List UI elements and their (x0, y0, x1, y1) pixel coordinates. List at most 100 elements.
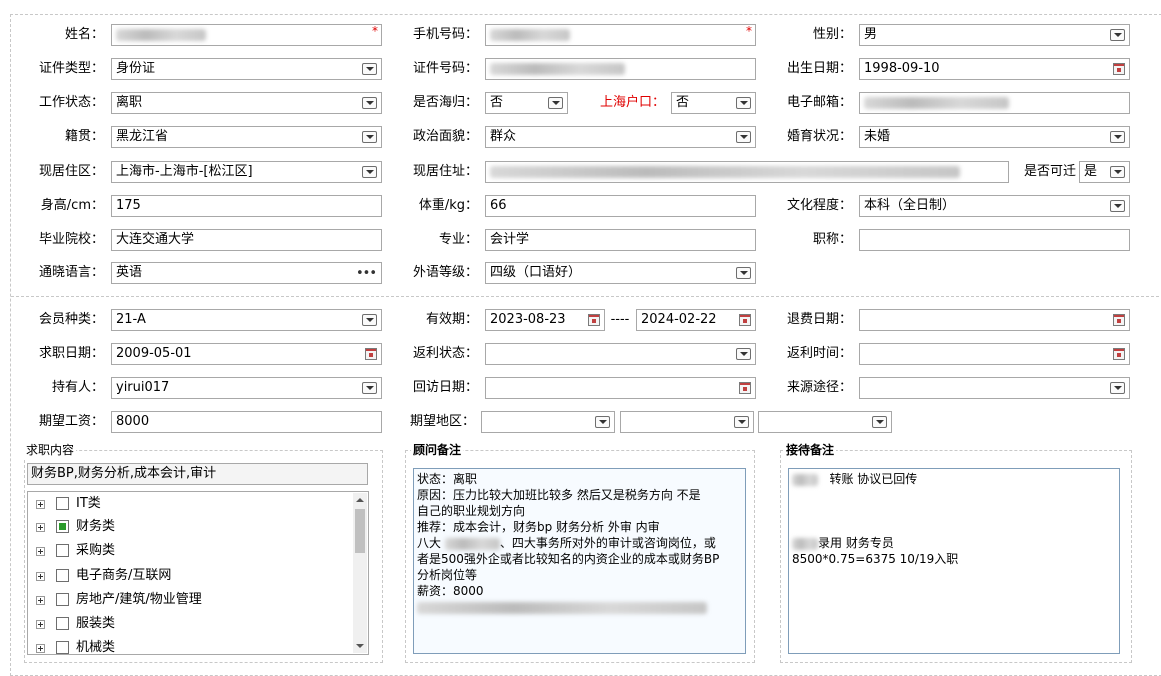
expected-area-province-select[interactable] (481, 411, 615, 433)
gender-select[interactable]: 男 (859, 24, 1130, 46)
chevron-down-icon[interactable] (736, 348, 751, 360)
expand-icon[interactable] (36, 500, 45, 509)
source-select[interactable] (859, 377, 1130, 399)
visit-date-field[interactable] (485, 377, 756, 399)
scroll-up-icon[interactable] (356, 498, 364, 502)
name-label: 姓名： (64, 27, 104, 42)
chevron-down-icon[interactable] (362, 314, 377, 326)
calendar-icon[interactable] (739, 314, 751, 326)
name-field[interactable]: * (111, 24, 382, 46)
chevron-down-icon[interactable] (362, 382, 377, 394)
tree-scrollbar[interactable] (353, 493, 367, 653)
reception-notes-textarea[interactable]: 转账 协议已回传 录用 财务专员 8500*0.75=6375 10/19入职 (788, 468, 1120, 654)
id-type-select[interactable]: 身份证 (111, 58, 382, 80)
scroll-down-icon[interactable] (356, 644, 364, 648)
school-field[interactable]: 大连交通大学 (111, 229, 382, 251)
chevron-down-icon[interactable] (362, 97, 377, 109)
rebate-time-field[interactable] (859, 343, 1130, 365)
calendar-icon[interactable] (739, 382, 751, 394)
checkbox[interactable] (56, 544, 69, 557)
political-status-select[interactable]: 群众 (485, 126, 756, 148)
note-line: 8500*0.75=6375 10/19入职 (792, 552, 959, 566)
work-status-select[interactable]: 离职 (111, 92, 382, 114)
rebate-status-select[interactable] (485, 343, 756, 365)
expand-icon[interactable] (36, 644, 45, 653)
expected-area-district-select[interactable] (758, 411, 892, 433)
holder-label: 持有人： (51, 380, 104, 395)
phone-field[interactable]: * (485, 24, 756, 46)
validity-end-value: 2024-02-22 (641, 312, 717, 327)
chevron-down-icon[interactable] (872, 416, 887, 428)
chevron-down-icon[interactable] (1110, 200, 1125, 212)
email-field[interactable] (859, 92, 1130, 114)
job-seek-date-value: 2009-05-01 (116, 346, 192, 361)
checkbox[interactable] (56, 520, 69, 533)
more-icon[interactable]: ••• (356, 264, 377, 283)
chevron-down-icon[interactable] (548, 97, 563, 109)
residence-address-field[interactable] (485, 161, 1009, 183)
id-number-field[interactable] (485, 58, 756, 80)
scrollbar-thumb[interactable] (355, 509, 365, 553)
chevron-down-icon[interactable] (736, 97, 751, 109)
native-place-select[interactable]: 黑龙江省 (111, 126, 382, 148)
checkbox[interactable] (56, 593, 69, 606)
weight-field[interactable]: 66 (485, 195, 756, 217)
chevron-down-icon[interactable] (734, 416, 749, 428)
title-field[interactable] (859, 229, 1130, 251)
expand-icon[interactable] (36, 620, 45, 629)
education-select[interactable]: 本科（全日制） (859, 195, 1130, 217)
calendar-icon[interactable] (1113, 63, 1125, 75)
chevron-down-icon[interactable] (1110, 29, 1125, 41)
expected-area-city-select[interactable] (620, 411, 754, 433)
chevron-down-icon[interactable] (362, 63, 377, 75)
chevron-down-icon[interactable] (362, 166, 377, 178)
refund-date-field[interactable] (859, 309, 1130, 331)
expand-icon[interactable] (36, 596, 45, 605)
marital-status-select[interactable]: 未婚 (859, 126, 1130, 148)
languages-value: 英语 (116, 265, 143, 280)
checkbox[interactable] (56, 641, 69, 654)
calendar-icon[interactable] (1113, 348, 1125, 360)
note-line: 状态：离职 (417, 472, 478, 486)
birth-date-field[interactable]: 1998-09-10 (859, 58, 1130, 80)
residence-address-label: 现居住址： (412, 164, 478, 179)
job-content-summary[interactable]: 财务BP,财务分析,成本会计,审计 (27, 463, 368, 485)
checkbox[interactable] (56, 497, 69, 510)
major-field[interactable]: 会计学 (485, 229, 756, 251)
member-type-select[interactable]: 21-A (111, 309, 382, 331)
calendar-icon[interactable] (1113, 314, 1125, 326)
height-field[interactable]: 175 (111, 195, 382, 217)
job-seek-date-field[interactable]: 2009-05-01 (111, 343, 382, 365)
advisor-notes-textarea[interactable]: 状态：离职 原因：压力比较大加班比较多 然后又是税务方向 不是 自己的职业规划方… (413, 468, 746, 654)
residence-area-select[interactable]: 上海市-上海市-[松江区] (111, 161, 382, 183)
tree-item-label: 采购类 (76, 543, 116, 558)
chevron-down-icon[interactable] (1110, 166, 1125, 178)
checkbox[interactable] (56, 569, 69, 582)
chevron-down-icon[interactable] (1110, 382, 1125, 394)
chevron-down-icon[interactable] (595, 416, 610, 428)
relocatable-select[interactable]: 是 (1079, 161, 1130, 183)
expected-salary-field[interactable]: 8000 (111, 411, 382, 433)
returnee-select[interactable]: 否 (485, 92, 568, 114)
major-label: 专业： (438, 232, 478, 247)
chevron-down-icon[interactable] (736, 131, 751, 143)
foreign-level-select[interactable]: 四级（口语好） (485, 262, 756, 284)
chevron-down-icon[interactable] (362, 131, 377, 143)
chevron-down-icon[interactable] (736, 267, 751, 279)
expand-icon[interactable] (36, 547, 45, 556)
shanghai-hukou-label: 上海户口： (599, 95, 665, 110)
expand-icon[interactable] (36, 523, 45, 532)
expand-icon[interactable] (36, 572, 45, 581)
holder-select[interactable]: yirui017 (111, 377, 382, 399)
validity-start-field[interactable]: 2023-08-23 (485, 309, 605, 331)
checkbox[interactable] (56, 617, 69, 630)
languages-field[interactable]: 英语 ••• (111, 262, 382, 284)
job-category-tree[interactable]: IT类 财务类 采购类 电子商务/互联网 房地产/建筑/物业管理 服装类 机械类 (27, 491, 369, 655)
chevron-down-icon[interactable] (1110, 131, 1125, 143)
school-value: 大连交通大学 (116, 232, 195, 247)
validity-end-field[interactable]: 2024-02-22 (636, 309, 756, 331)
calendar-icon[interactable] (365, 348, 377, 360)
rebate-time-label: 返利时间： (786, 346, 852, 361)
shanghai-hukou-select[interactable]: 否 (671, 92, 756, 114)
calendar-icon[interactable] (588, 314, 600, 326)
